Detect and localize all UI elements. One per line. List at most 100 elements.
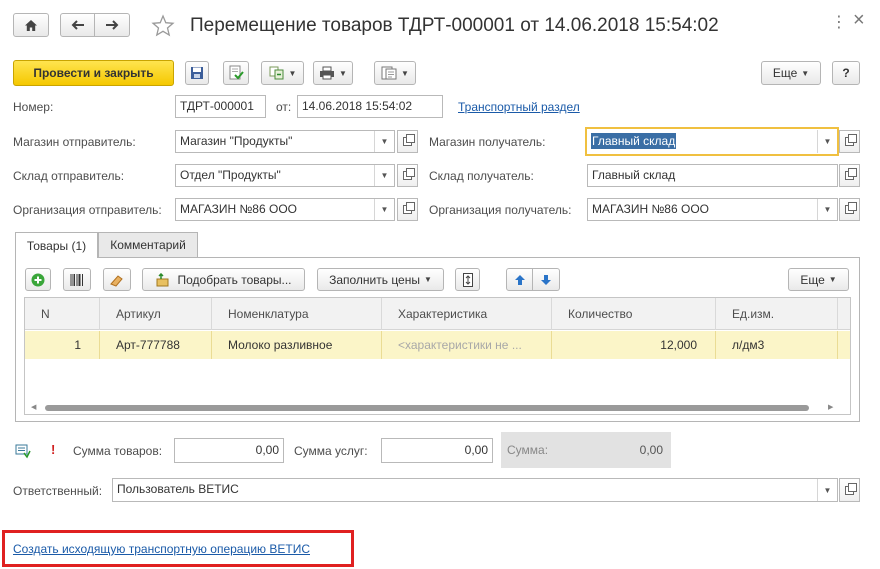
reports-button[interactable]: ▼	[374, 61, 416, 85]
help-label: ?	[842, 66, 850, 80]
services-sum-field[interactable]: 0,00	[381, 438, 493, 463]
date-field[interactable]: 14.06.2018 15:54:02	[297, 95, 443, 118]
responsible-label: Ответственный:	[13, 484, 103, 498]
store-sender-dropdown-icon[interactable]: ▼	[374, 131, 394, 152]
comment-icon[interactable]	[15, 443, 31, 459]
responsible-field[interactable]: Пользователь ВЕТИС ▼	[112, 478, 838, 502]
responsible-dropdown-icon[interactable]: ▼	[817, 479, 837, 501]
tab-goods[interactable]: Товары (1)	[15, 232, 98, 258]
org-receiver-field[interactable]: МАГАЗИН №86 ООО ▼	[587, 198, 838, 221]
arrow-down-icon	[541, 274, 551, 285]
chevron-down-icon: ▼	[828, 275, 837, 284]
save-button[interactable]	[185, 61, 209, 85]
close-icon[interactable]: ×	[853, 9, 865, 32]
more-menu-icon[interactable]: ⋮	[831, 12, 847, 32]
more-button-label: Еще	[772, 66, 798, 80]
warehouse-receiver-field[interactable]: Главный склад	[587, 164, 838, 187]
pick-goods-button[interactable]: Подобрать товары...	[142, 268, 305, 291]
window-title: Перемещение товаров ТДРТ-000001 от 14.06…	[190, 15, 719, 36]
store-receiver-open-button[interactable]	[839, 130, 860, 153]
more-button[interactable]: Еще ▼	[761, 61, 821, 85]
transport-section-link[interactable]: Транспортный раздел	[458, 99, 580, 115]
barcode-button[interactable]	[63, 268, 91, 291]
post-document-icon	[229, 65, 244, 80]
post-and-close-button[interactable]: Провести и закрыть	[13, 60, 174, 86]
open-icon	[403, 134, 415, 146]
barcode-icon	[70, 273, 83, 286]
forward-button[interactable]	[95, 13, 130, 37]
goods-sum-field[interactable]: 0,00	[174, 438, 284, 463]
org-sender-dropdown-icon[interactable]: ▼	[374, 199, 394, 220]
table-more-label: Еще	[800, 272, 825, 287]
create-vetis-transport-operation-link[interactable]: Создать исходящую транспортную операцию …	[13, 541, 310, 557]
column-size-button[interactable]	[455, 268, 480, 291]
move-up-button[interactable]	[506, 268, 533, 291]
back-button[interactable]	[60, 13, 95, 37]
total-sum-label: Сумма:	[507, 443, 549, 457]
cell-n: 1	[25, 331, 100, 359]
warehouse-sender-label: Склад отправитель:	[13, 169, 125, 183]
help-button[interactable]: ?	[832, 61, 860, 85]
number-field[interactable]: ТДРТ-000001	[175, 95, 266, 118]
store-receiver-field[interactable]: Главный склад ▼	[585, 127, 839, 156]
cell-unit: л/дм3	[716, 331, 838, 359]
store-sender-field[interactable]: Магазин "Продукты" ▼	[175, 130, 395, 153]
total-sum-value: 0,00	[639, 443, 663, 457]
add-row-button[interactable]	[25, 268, 51, 291]
open-icon	[845, 168, 857, 180]
home-button[interactable]	[13, 13, 49, 37]
create-based-on-button[interactable]: ▼	[261, 61, 304, 85]
open-icon	[403, 168, 415, 180]
fill-prices-button[interactable]: Заполнить цены ▼	[317, 268, 444, 291]
print-button[interactable]: ▼	[313, 61, 353, 85]
scroll-left-icon[interactable]: ◀	[31, 403, 36, 411]
org-sender-label: Организация отправитель:	[13, 203, 162, 217]
horizontal-scrollbar[interactable]: ◀ ▶	[25, 402, 850, 414]
table-more-button[interactable]: Еще ▼	[788, 268, 849, 291]
eraser-icon	[110, 274, 123, 287]
column-header-article[interactable]: Артикул	[100, 298, 212, 330]
warehouse-receiver-open-button[interactable]	[839, 164, 860, 187]
scrollbar-thumb[interactable]	[45, 405, 809, 411]
warehouse-sender-open-button[interactable]	[397, 164, 418, 187]
responsible-value: Пользователь ВЕТИС	[117, 482, 239, 496]
column-header-n[interactable]: N	[25, 298, 100, 330]
column-header-characteristic[interactable]: Характеристика	[382, 298, 552, 330]
warehouse-sender-dropdown-icon[interactable]: ▼	[374, 165, 394, 186]
pick-goods-label: Подобрать товары...	[177, 272, 292, 287]
pick-goods-icon	[156, 272, 168, 286]
fill-prices-label: Заполнить цены	[329, 272, 420, 287]
open-icon	[845, 134, 857, 146]
org-receiver-dropdown-icon[interactable]: ▼	[817, 199, 837, 220]
add-icon	[31, 273, 45, 286]
org-receiver-label: Организация получатель:	[429, 203, 572, 217]
store-sender-open-button[interactable]	[397, 130, 418, 153]
org-receiver-open-button[interactable]	[839, 198, 860, 221]
total-sum-box: Сумма: 0,00	[501, 432, 671, 468]
column-header-unit[interactable]: Ед.изм.	[716, 298, 838, 330]
store-receiver-value: Главный склад	[591, 133, 677, 149]
open-icon	[403, 202, 415, 214]
cell-item: Молоко разливное	[212, 331, 382, 359]
store-receiver-dropdown-icon[interactable]: ▼	[817, 130, 837, 153]
number-label: Номер:	[13, 100, 54, 114]
move-down-button[interactable]	[533, 268, 560, 291]
clear-button[interactable]	[103, 268, 131, 291]
table-row[interactable]: 1 Арт-777788 Молоко разливное <характери…	[25, 331, 850, 359]
tab-comment[interactable]: Комментарий	[98, 232, 198, 257]
column-header-quantity[interactable]: Количество	[552, 298, 716, 330]
arrow-left-icon	[71, 20, 84, 30]
scroll-right-icon[interactable]: ▶	[828, 403, 833, 411]
create-based-on-icon	[269, 66, 284, 80]
warehouse-sender-field[interactable]: Отдел "Продукты" ▼	[175, 164, 395, 187]
post-button[interactable]	[223, 61, 249, 85]
org-sender-field[interactable]: МАГАЗИН №86 ООО ▼	[175, 198, 395, 221]
home-icon	[25, 19, 37, 31]
responsible-open-button[interactable]	[839, 478, 860, 502]
tab-comment-label: Комментарий	[110, 238, 186, 252]
favorite-star-icon[interactable]	[151, 14, 175, 38]
column-header-item[interactable]: Номенклатура	[212, 298, 382, 330]
post-and-close-label: Провести и закрыть	[33, 66, 154, 80]
org-sender-open-button[interactable]	[397, 198, 418, 221]
warehouse-sender-value: Отдел "Продукты"	[180, 168, 281, 182]
